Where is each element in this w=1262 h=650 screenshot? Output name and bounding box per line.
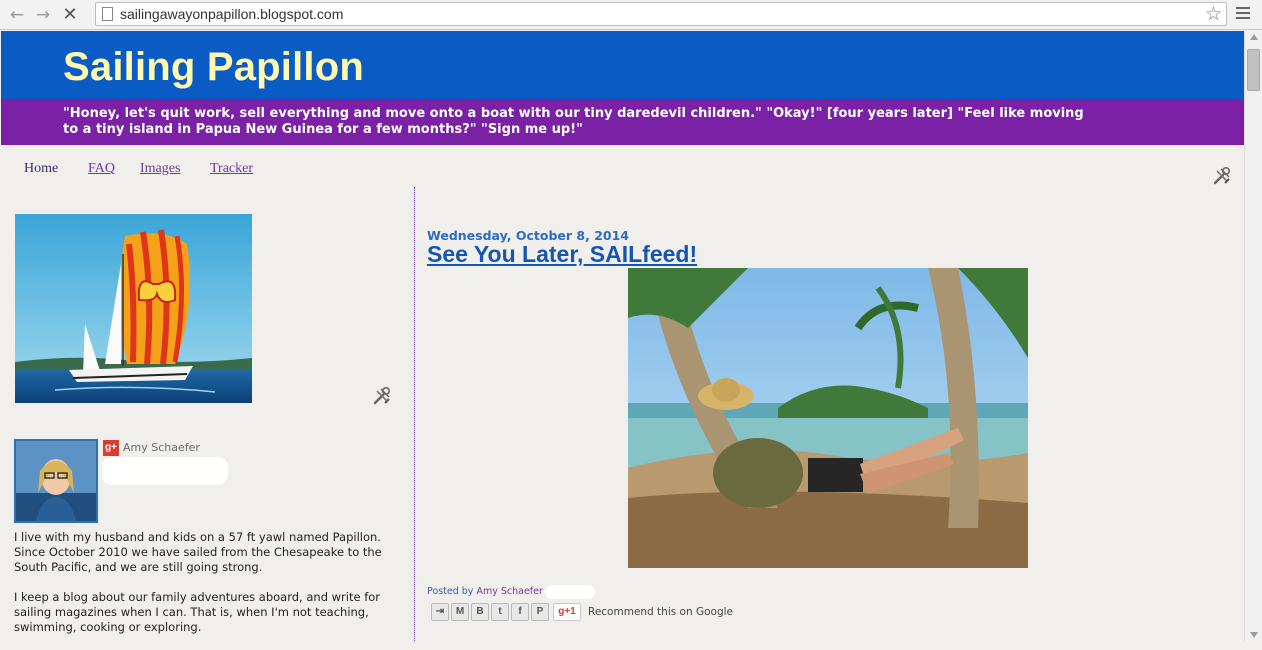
scroll-thumb[interactable] (1247, 49, 1260, 91)
forward-arrow-icon[interactable]: → (32, 4, 54, 26)
browser-toolbar: ← → ✕ sailingawayonpapillon.blogspot.com… (0, 0, 1262, 30)
about-text: I live with my husband and kids on a 57 … (14, 530, 394, 650)
blog-title[interactable]: Sailing Papillon (63, 45, 364, 90)
tab-images[interactable]: Images (140, 161, 180, 177)
tools-icon[interactable] (1212, 166, 1232, 186)
address-bar[interactable]: sailingawayonpapillon.blogspot.com ☆ (95, 2, 1227, 26)
page-icon (102, 7, 113, 21)
google-plus-one-button[interactable]: g+1 (553, 603, 581, 621)
blogger-icon[interactable]: B (471, 603, 489, 621)
post-title[interactable]: See You Later, SAILfeed! (427, 241, 697, 268)
facebook-icon[interactable]: f (511, 603, 529, 621)
redacted-area (545, 585, 595, 599)
url-text[interactable]: sailingawayonpapillon.blogspot.com (120, 6, 343, 22)
about-paragraph: I keep a blog about our family adventure… (14, 590, 381, 634)
post-author[interactable]: Amy Schaefer (476, 586, 542, 597)
google-plus-icon[interactable]: g+ (103, 440, 119, 456)
back-arrow-icon[interactable]: ← (6, 4, 28, 26)
blog-header: Sailing Papillon (1, 31, 1244, 99)
pinterest-icon[interactable]: P (531, 603, 549, 621)
stop-x-icon[interactable]: ✕ (59, 4, 81, 26)
column-divider (414, 187, 415, 641)
blog-description: "Honey, let's quit work, sell everything… (63, 106, 1084, 137)
recommend-text: Recommend this on Google (588, 606, 733, 618)
redacted-area (102, 457, 228, 485)
about-paragraph: I live with my husband and kids on a 57 … (14, 530, 382, 574)
posted-by-label: Posted by (427, 586, 474, 597)
scroll-up-arrow-icon[interactable] (1250, 34, 1258, 40)
avatar[interactable] (14, 439, 98, 523)
tab-faq[interactable]: FAQ (88, 161, 115, 177)
vertical-scrollbar[interactable] (1244, 31, 1262, 641)
post-photo[interactable] (628, 268, 1028, 568)
blog-description-bar: "Honey, let's quit work, sell everything… (1, 99, 1244, 145)
email-this-icon[interactable]: ⇥ (431, 603, 449, 621)
tools-icon[interactable] (372, 386, 392, 406)
gmail-icon[interactable]: M (451, 603, 469, 621)
profile-name[interactable]: Amy Schaefer (123, 441, 200, 454)
bookmark-star-icon[interactable]: ☆ (1205, 3, 1222, 25)
menu-icon[interactable] (1236, 7, 1250, 21)
scroll-down-arrow-icon[interactable] (1250, 632, 1258, 638)
twitter-icon[interactable]: t (491, 603, 509, 621)
tab-tracker[interactable]: Tracker (210, 161, 253, 177)
sailboat-photo[interactable] (15, 214, 252, 403)
tab-home[interactable]: Home (24, 161, 58, 177)
post-footer: Posted by Amy Schaefer (427, 586, 543, 597)
